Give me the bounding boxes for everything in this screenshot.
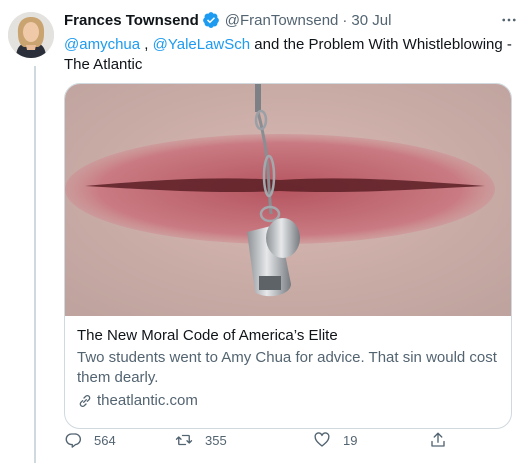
link-icon xyxy=(79,395,91,407)
link-preview-card[interactable]: The New Moral Code of America’s Elite Tw… xyxy=(64,83,512,429)
card-description: Two students went to Amy Chua for advice… xyxy=(77,349,497,386)
verified-badge-icon xyxy=(202,12,219,28)
card-domain-text: theatlantic.com xyxy=(97,392,198,409)
lips-with-whistle-image xyxy=(65,84,511,316)
card-title: The New Moral Code of America’s Elite xyxy=(77,327,338,344)
reply-count: 564 xyxy=(94,432,116,448)
like-button[interactable]: 19 xyxy=(313,431,357,449)
card-domain: theatlantic.com xyxy=(77,391,499,411)
more-options-button[interactable] xyxy=(498,10,520,30)
avatar-image xyxy=(8,12,54,58)
thread-line xyxy=(34,66,36,463)
author-name[interactable]: Frances Townsend xyxy=(64,12,199,29)
author-handle[interactable]: @FranTownsend xyxy=(225,12,339,29)
tweet-timestamp[interactable]: 30 Jul xyxy=(351,12,391,29)
text-comma: , xyxy=(140,36,149,53)
share-button[interactable] xyxy=(429,431,459,449)
tweet-header: Frances Townsend @FranTownsend · 30 Jul xyxy=(64,10,520,30)
mention-amychua[interactable]: @amychua xyxy=(64,36,140,53)
tweet-text: @amychua , @YaleLawSch and the Problem W… xyxy=(64,35,512,75)
share-icon xyxy=(431,432,445,447)
tweet-actions: 564 355 19 xyxy=(64,431,520,451)
like-icon xyxy=(314,432,330,447)
avatar[interactable] xyxy=(8,12,54,58)
separator-dot: · xyxy=(342,11,348,29)
mention-yalelawsch[interactable]: @YaleLawSch xyxy=(153,36,251,53)
tweet-content: Frances Townsend @FranTownsend · 30 Jul … xyxy=(64,10,520,429)
retweet-count: 355 xyxy=(205,432,227,448)
retweet-icon xyxy=(175,434,193,446)
more-horizontal-icon xyxy=(502,18,516,22)
retweet-button[interactable]: 355 xyxy=(175,431,227,449)
like-count: 19 xyxy=(343,432,358,448)
reply-icon xyxy=(65,433,82,448)
card-body: The New Moral Code of America’s Elite Tw… xyxy=(65,316,511,411)
reply-button[interactable]: 564 xyxy=(64,431,116,449)
